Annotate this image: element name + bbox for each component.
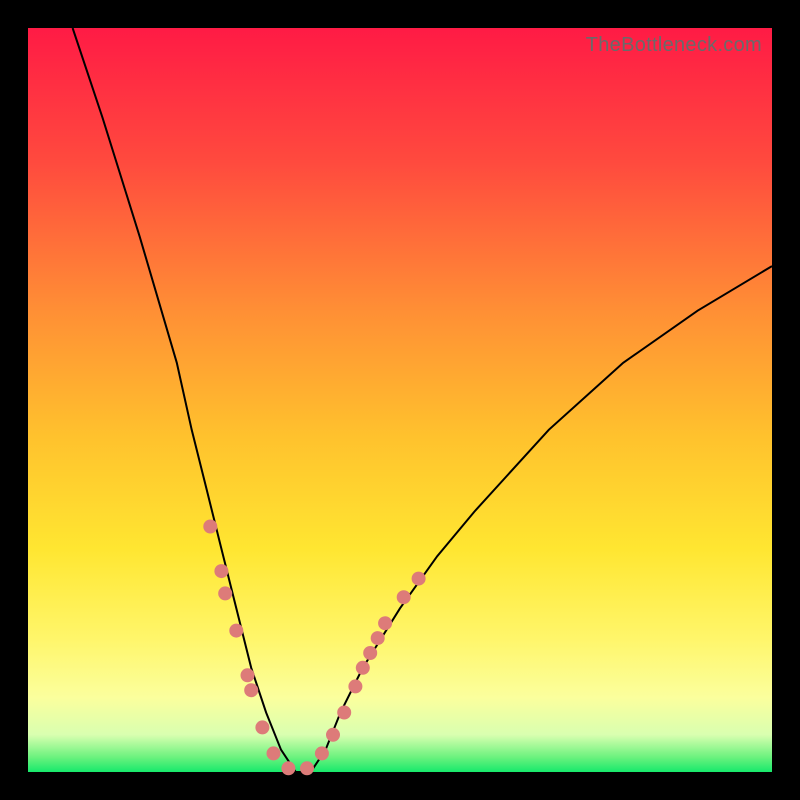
bottleneck-curve xyxy=(73,28,772,772)
curve-marker xyxy=(315,746,329,760)
curve-marker xyxy=(229,624,243,638)
curve-marker xyxy=(348,679,362,693)
curve-marker xyxy=(255,720,269,734)
curve-marker xyxy=(363,646,377,660)
curve-marker xyxy=(378,616,392,630)
curve-marker xyxy=(281,761,295,775)
outer-frame: TheBottleneck.com xyxy=(0,0,800,800)
curve-marker xyxy=(241,668,255,682)
curve-marker xyxy=(244,683,258,697)
curve-marker xyxy=(337,706,351,720)
marker-group xyxy=(203,520,425,776)
curve-marker xyxy=(267,746,281,760)
curve-marker xyxy=(356,661,370,675)
chart-svg xyxy=(28,28,772,772)
curve-marker xyxy=(214,564,228,578)
curve-marker xyxy=(218,586,232,600)
plot-area: TheBottleneck.com xyxy=(28,28,772,772)
curve-marker xyxy=(203,520,217,534)
curve-marker xyxy=(412,572,426,586)
curve-marker xyxy=(371,631,385,645)
curve-marker xyxy=(300,761,314,775)
curve-marker xyxy=(326,728,340,742)
curve-marker xyxy=(397,590,411,604)
